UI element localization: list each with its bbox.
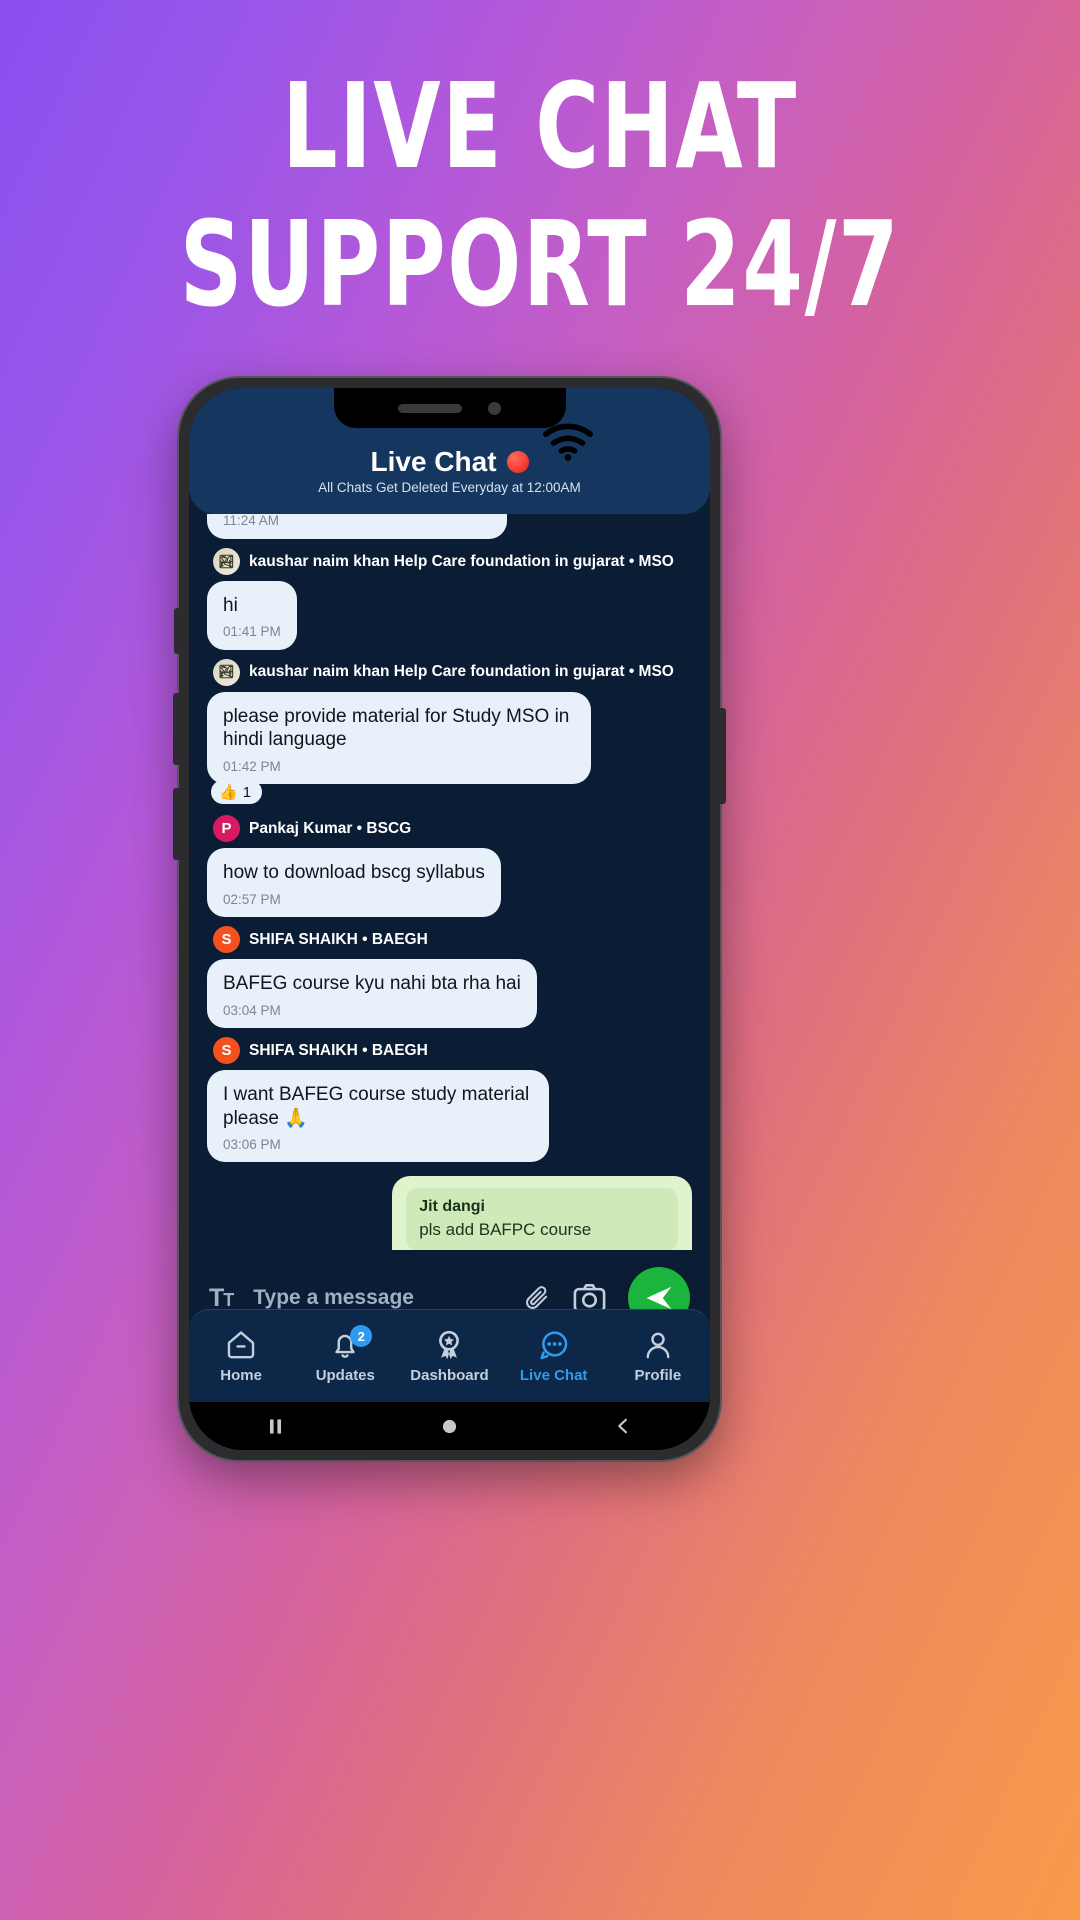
app-screen: 7:20 PM 25 Live Chat All Chats Get Delet…	[189, 388, 710, 1450]
message-text: hi	[223, 595, 238, 616]
nav-item-updates[interactable]: 2 Updates	[297, 1325, 393, 1384]
message-time: 01:42 PM	[223, 758, 281, 774]
phone-mockup: 7:20 PM 25 Live Chat All Chats Get Delet…	[173, 376, 726, 1462]
nav-label: Updates	[315, 1367, 375, 1384]
volume-up-button[interactable]	[173, 693, 181, 765]
nav-item-home[interactable]: Home	[193, 1328, 289, 1384]
quoted-author: Jit dangi	[419, 1198, 485, 1216]
bottom-navigation: Home 2 Updates Dashboard Live Chat Profi…	[189, 1309, 710, 1402]
recents-icon[interactable]	[256, 1406, 296, 1446]
nav-label: Home	[220, 1367, 262, 1384]
android-navigation-bar	[189, 1402, 710, 1450]
message-row: how to download bscg syllabus 02:57 PM	[201, 848, 698, 918]
quoted-text: pls add BAFPC course	[419, 1220, 592, 1240]
power-button[interactable]	[718, 708, 726, 804]
message-bubble[interactable]: BAFEG course kyu nahi bta rha hai 03:04 …	[207, 959, 537, 1029]
message-sender: 🏞 kaushar naim khan Help Care foundation…	[213, 658, 698, 686]
avatar: S	[213, 926, 240, 954]
message-bubble[interactable]: please provide material for Study MSO in…	[207, 691, 591, 785]
chat-subtitle: All Chats Get Deleted Everyday at 12:00A…	[318, 480, 581, 495]
nav-label: Dashboard	[410, 1367, 489, 1384]
promo-line-1: LIVE CHAT	[282, 57, 798, 195]
updates-badge: 2	[350, 1325, 373, 1347]
message-time: 03:04 PM	[223, 1002, 281, 1018]
promo-line-2: SUPPORT 24/7	[179, 195, 901, 334]
message-text: please provide material for Study MSO in…	[223, 705, 570, 751]
front-camera	[488, 401, 501, 415]
status-time: 7:20 PM	[211, 404, 296, 429]
chat-title: Live Chat	[370, 446, 497, 477]
message-row: hi 01:41 PM	[201, 581, 698, 650]
avatar: P	[213, 815, 240, 843]
nav-label: Profile	[634, 1367, 682, 1384]
battery-level: 25	[658, 409, 674, 425]
sender-name: SHIFA SHAIKH • BAEGH	[249, 1041, 428, 1059]
sender-name: kaushar naim khan Help Care foundation i…	[249, 663, 674, 681]
mute-switch[interactable]	[174, 608, 181, 654]
home-circle-icon[interactable]	[429, 1406, 469, 1446]
nav-item-dashboard[interactable]: Dashboard	[401, 1328, 497, 1384]
message-row: please provide material for Study MSO in…	[201, 691, 698, 785]
message-bubble[interactable]: hi 01:41 PM	[207, 581, 297, 650]
quoted-message[interactable]: Jit dangi pls add BAFPC course	[406, 1188, 678, 1250]
message-text: how to download bscg syllabus	[223, 862, 485, 884]
network-icon	[619, 411, 634, 423]
promo-headline: LIVE CHAT SUPPORT 24/7	[0, 66, 1080, 325]
battery-indicator: 25	[644, 404, 691, 430]
message-sender: P Pankaj Kumar • BSCG	[213, 815, 698, 843]
message-text: BAFEG course kyu nahi bta rha hai	[223, 973, 521, 995]
avatar: 🏞	[213, 548, 240, 575]
message-time: 11:24 AM	[223, 514, 280, 528]
message-time: 03:06 PM	[223, 1136, 281, 1152]
message-sender: S SHIFA SHAIKH • BAEGH	[213, 926, 698, 954]
status-bar-left: 7:20 PM	[211, 404, 322, 430]
person-icon	[646, 1332, 670, 1359]
sender-name: Pankaj Kumar • BSCG	[249, 819, 412, 837]
message-reaction[interactable]: 👍 1	[211, 780, 263, 805]
phone-screen-bezel: 7:20 PM 25 Live Chat All Chats Get Delet…	[189, 388, 710, 1450]
message-sender: S SHIFA SHAIKH • BAEGH	[213, 1037, 698, 1065]
earpiece-speaker	[398, 403, 462, 413]
message-sender: 🏞 kaushar naim khan Help Care foundation…	[213, 548, 698, 575]
nav-item-live-chat[interactable]: Live Chat	[506, 1328, 602, 1384]
message-bubble[interactable]: how to download bscg syllabus 02:57 PM	[207, 848, 501, 918]
message-time: 01:41 PM	[223, 624, 281, 640]
phone-notch	[333, 388, 566, 428]
volume-down-button[interactable]	[173, 788, 181, 860]
clipped-message-bubble[interactable]: 11:24 AM	[207, 514, 507, 539]
red-live-dot-icon	[506, 451, 529, 473]
message-list[interactable]: 11:24 AM 🏞 kaushar naim khan Help Care f…	[189, 514, 710, 1250]
avatar: 🏞	[213, 658, 240, 686]
nav-label: Live Chat	[519, 1367, 588, 1384]
alarm-icon	[304, 409, 320, 425]
back-chevron-icon[interactable]	[603, 1406, 643, 1446]
outgoing-message-row: Jit dangi pls add BAFPC course No worrie…	[201, 1176, 692, 1250]
outgoing-message-bubble[interactable]: Jit dangi pls add BAFPC course No worrie…	[392, 1176, 692, 1250]
award-icon	[439, 1330, 460, 1360]
status-bar-right: 25	[587, 404, 691, 430]
sender-name: kaushar naim khan Help Care foundation i…	[249, 552, 674, 570]
message-row: BAFEG course kyu nahi bta rha hai 03:04 …	[201, 959, 698, 1029]
nav-item-profile[interactable]: Profile	[610, 1328, 706, 1384]
message-text: I want BAFEG course study material pleas…	[223, 1084, 530, 1129]
message-bubble[interactable]: I want BAFEG course study material pleas…	[207, 1070, 549, 1163]
reaction-emoji: 👍	[219, 784, 238, 802]
message-time: 02:57 PM	[223, 891, 281, 907]
home-icon	[227, 1331, 255, 1359]
wifi-icon	[543, 423, 594, 461]
chat-dots-icon	[540, 1331, 567, 1360]
avatar: S	[213, 1037, 240, 1065]
reaction-count: 1	[242, 783, 252, 801]
message-row: I want BAFEG course study material pleas…	[201, 1070, 698, 1163]
sender-name: SHIFA SHAIKH • BAEGH	[249, 930, 428, 948]
chat-title-row: Live Chat	[370, 446, 529, 478]
message-input[interactable]: Type a message	[253, 1286, 500, 1310]
